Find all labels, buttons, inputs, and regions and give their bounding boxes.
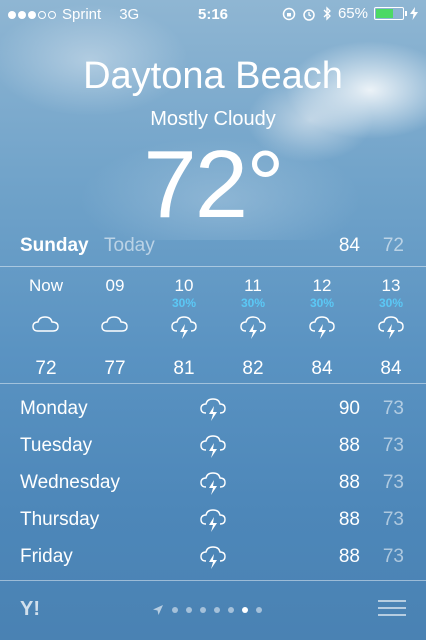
hour-temperature: 77 [104, 358, 126, 379]
day-name: Tuesday [20, 435, 93, 456]
bluetooth-icon [323, 6, 331, 21]
thunderstorm-icon [198, 394, 228, 430]
hour-temperature: 84 [311, 358, 333, 379]
thunderstorm-icon [287, 312, 357, 348]
daily-row: Thursday 88 73 [20, 501, 406, 538]
day-name: Monday [20, 398, 88, 419]
page-dot[interactable] [186, 607, 192, 613]
daily-row: Monday 90 73 [20, 390, 406, 427]
hour-label: 11 [244, 276, 262, 295]
page-indicator[interactable] [152, 604, 262, 616]
city-list-button[interactable] [378, 600, 406, 621]
page-dot[interactable] [214, 607, 220, 613]
precip-chance: 30% [309, 296, 335, 310]
today-low: 72 [382, 235, 404, 256]
precip-chance: 30% [171, 296, 197, 310]
thunderstorm-icon [198, 431, 228, 467]
thunderstorm-icon [198, 505, 228, 541]
daily-row: Friday 88 73 [20, 538, 406, 575]
alarm-icon [303, 8, 315, 21]
hourly-item: Now 72 [11, 268, 81, 380]
page-dot[interactable] [242, 607, 248, 613]
page-dot[interactable] [200, 607, 206, 613]
cloud-icon [11, 312, 81, 348]
charging-icon [410, 7, 418, 20]
page-dot[interactable] [228, 607, 234, 613]
day-low: 73 [382, 509, 404, 530]
day-name: Friday [20, 546, 73, 567]
precip-chance [80, 296, 150, 310]
day-low: 73 [382, 435, 404, 456]
location-arrow-icon [153, 605, 163, 615]
precip-chance: 30% [240, 296, 266, 310]
hour-temperature: 84 [380, 358, 402, 379]
day-high: 90 [338, 398, 360, 419]
hourly-item: 12 30% 84 [287, 268, 357, 380]
day-name: Wednesday [20, 472, 120, 493]
day-high: 88 [338, 472, 360, 493]
cloud-icon [80, 312, 150, 348]
current-condition: Mostly Cloudy [150, 108, 276, 130]
divider [0, 580, 426, 581]
bottom-toolbar: Y! [0, 582, 426, 640]
status-bar: Sprint 3G 5:16 65% [0, 0, 426, 30]
hourly-forecast[interactable]: Now 72 09 77 10 30% 81 11 30% 82 12 30% [0, 268, 426, 383]
divider [0, 383, 426, 384]
day-name: Thursday [20, 509, 100, 530]
hourly-item: 10 30% 81 [149, 268, 219, 380]
thunderstorm-icon [218, 312, 288, 348]
yahoo-logo-button[interactable]: Y! [20, 598, 40, 621]
precip-chance: 30% [378, 296, 404, 310]
hour-label: 10 [174, 276, 194, 295]
hourly-item: 09 77 [80, 268, 150, 380]
thunderstorm-icon [356, 312, 426, 348]
day-high: 88 [338, 546, 360, 567]
current-temperature: 72° [143, 131, 284, 238]
today-label: Today [104, 235, 155, 256]
city-name: Daytona Beach [83, 55, 343, 97]
day-low: 73 [382, 546, 404, 567]
thunderstorm-icon [149, 312, 219, 348]
daily-row: Tuesday 88 73 [20, 427, 406, 464]
today-summary: Sunday Today 84 72 [20, 235, 406, 261]
hour-label: 12 [312, 276, 332, 295]
hour-temperature: 82 [242, 358, 264, 379]
hourly-item: 13 30% 84 [356, 268, 426, 380]
hour-temperature: 72 [35, 358, 57, 379]
thunderstorm-icon [198, 468, 228, 504]
day-low: 73 [382, 398, 404, 419]
divider [0, 266, 426, 267]
hour-temperature: 81 [173, 358, 195, 379]
hour-label: 13 [381, 276, 401, 295]
hourly-item: 11 30% 82 [218, 268, 288, 380]
hour-label: 09 [105, 276, 125, 295]
rotation-lock-icon [282, 7, 296, 20]
list-icon [378, 600, 406, 602]
today-day-name: Sunday [20, 235, 89, 256]
battery-icon [374, 7, 407, 20]
day-low: 73 [382, 472, 404, 493]
today-high: 84 [338, 235, 360, 256]
day-high: 88 [338, 509, 360, 530]
hour-label: Now [28, 276, 63, 295]
day-high: 88 [338, 435, 360, 456]
page-dot[interactable] [172, 607, 178, 613]
thunderstorm-icon [198, 542, 228, 578]
daily-row: Wednesday 88 73 [20, 464, 406, 501]
battery-percent: 65% [337, 5, 368, 22]
precip-chance [11, 296, 81, 310]
page-dot[interactable] [256, 607, 262, 613]
